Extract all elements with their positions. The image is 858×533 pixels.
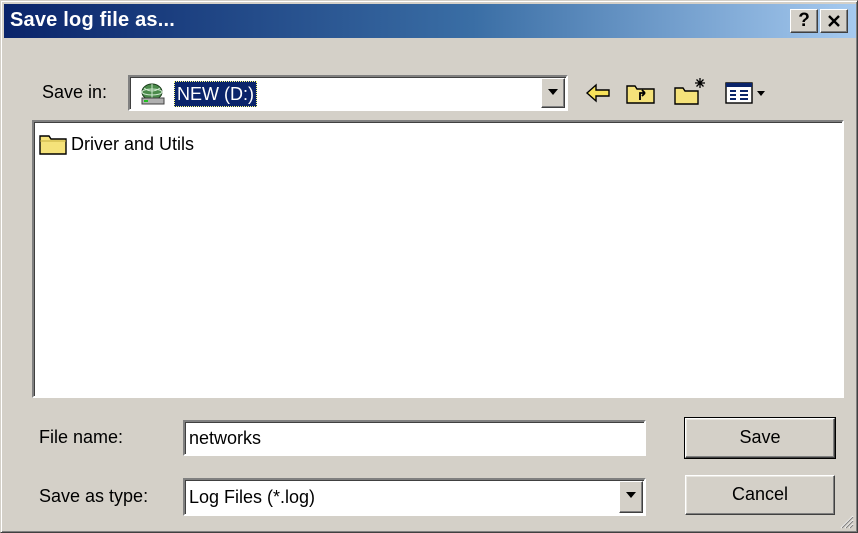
- title-bar[interactable]: Save log file as... ?: [4, 4, 856, 38]
- folder-icon: [39, 135, 67, 155]
- save-dialog: Save log file as... ? Save in: NEW (D:): [0, 0, 858, 533]
- file-name: Driver and Utils: [71, 134, 195, 154]
- close-icon: [828, 15, 840, 27]
- save-as-type-dropdown-button[interactable]: [619, 481, 643, 513]
- save-in-dropdown-button[interactable]: [541, 78, 565, 108]
- save-as-type-combo[interactable]: Log Files (*.log): [183, 478, 646, 516]
- new-folder-icon[interactable]: [673, 76, 709, 106]
- window-title: Save log file as...: [10, 9, 175, 31]
- file-name-input[interactable]: [183, 420, 646, 456]
- save-in-label: Save in:: [42, 82, 108, 102]
- network-drive-icon: [141, 83, 165, 105]
- save-button[interactable]: Save: [684, 417, 836, 459]
- save-in-value: NEW (D:): [174, 81, 257, 107]
- file-name-label: File name:: [39, 427, 124, 447]
- help-button[interactable]: ?: [790, 9, 818, 33]
- close-button[interactable]: [820, 9, 848, 33]
- resize-grip-icon[interactable]: [838, 513, 854, 529]
- view-menu-icon[interactable]: [725, 81, 769, 105]
- file-list[interactable]: Driver and Utils: [32, 120, 844, 398]
- save-as-type-value: Log Files (*.log): [189, 487, 316, 507]
- back-arrow-icon[interactable]: [585, 83, 613, 103]
- up-folder-icon[interactable]: [625, 80, 657, 106]
- save-in-combo[interactable]: NEW (D:): [128, 75, 568, 111]
- save-as-type-label: Save as type:: [39, 486, 149, 506]
- cancel-button[interactable]: Cancel: [685, 475, 835, 515]
